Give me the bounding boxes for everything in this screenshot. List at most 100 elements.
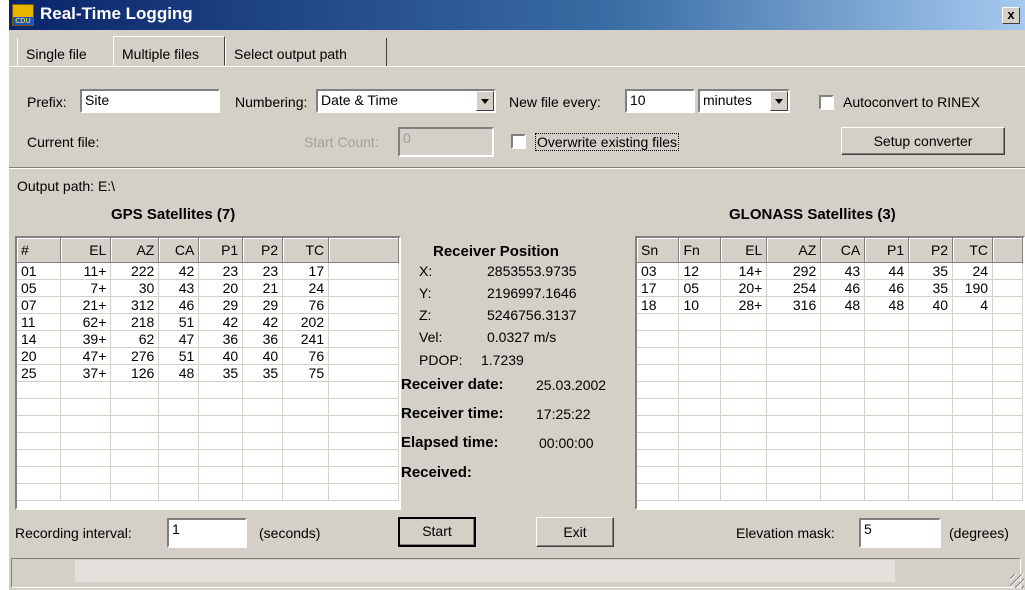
table-cell [242, 466, 284, 484]
recording-interval-input[interactable]: 1 [167, 518, 247, 548]
table-cell [17, 483, 62, 501]
table-row[interactable] [637, 449, 1023, 467]
table-cell [864, 398, 910, 416]
table-row[interactable] [17, 381, 399, 399]
table-row[interactable] [637, 381, 1023, 399]
table-row[interactable] [17, 449, 399, 467]
glonass-table[interactable]: Sn Fn EL AZ CA P1 P2 TC 03 12 14+ 292 43 44 35 24 17 05 20… [635, 236, 1025, 510]
table-row[interactable]: 25 37+ 126 48 35 35 75 [17, 364, 399, 382]
table-cell [110, 449, 160, 467]
column-header[interactable]: Sn [637, 238, 680, 263]
numbering-select[interactable]: Date & Time [316, 89, 496, 113]
table-row[interactable] [637, 313, 1023, 331]
table-row[interactable] [637, 483, 1023, 501]
table-row[interactable]: 14 39+ 62 47 36 36 241 [17, 330, 399, 348]
tab-single-file[interactable]: Single file [17, 38, 115, 66]
start-button[interactable]: Start [398, 517, 476, 547]
table-cell: 35 [198, 364, 244, 382]
column-header[interactable]: TC [952, 238, 994, 263]
new-file-every-input[interactable]: 10 [625, 89, 695, 113]
table-row[interactable]: 17 05 20+ 254 46 46 35 190 [637, 279, 1023, 297]
column-header[interactable]: P1 [198, 238, 244, 263]
table-cell [864, 466, 910, 484]
column-header[interactable]: CA [158, 238, 200, 263]
table-cell [766, 398, 822, 416]
table-cell [158, 466, 200, 484]
divider [9, 168, 1025, 169]
table-row[interactable]: 07 21+ 312 46 29 29 76 [17, 296, 399, 314]
table-cell [952, 449, 994, 467]
table-row[interactable] [17, 466, 399, 484]
table-cell [992, 347, 1023, 365]
elevation-mask-input[interactable]: 5 [859, 518, 941, 548]
title-bar[interactable]: CDU Real-Time Logging x [9, 0, 1025, 30]
start-count-input[interactable]: 0 [398, 127, 494, 157]
column-header[interactable]: EL [60, 238, 112, 263]
column-header[interactable]: P1 [864, 238, 910, 263]
table-row[interactable] [637, 330, 1023, 348]
overwrite-checkbox[interactable] [511, 134, 526, 149]
table-row[interactable] [637, 364, 1023, 382]
y-value: 2196997.1646 [487, 285, 577, 301]
interval-unit-select[interactable]: minutes [698, 89, 790, 113]
table-cell [328, 398, 399, 416]
exit-button[interactable]: Exit [536, 517, 614, 547]
table-cell [637, 381, 680, 399]
autoconvert-checkbox[interactable] [819, 95, 834, 110]
table-row[interactable]: 20 47+ 276 51 40 40 76 [17, 347, 399, 365]
table-row[interactable] [637, 415, 1023, 433]
column-header[interactable]: AZ [110, 238, 160, 263]
table-cell [328, 381, 399, 399]
gps-table[interactable]: # EL AZ CA P1 P2 TC 01 11+ 222 42 23 23 17 05 7+ 30 43 20 2… [15, 236, 401, 510]
table-row[interactable] [17, 483, 399, 501]
column-header[interactable]: Fn [678, 238, 722, 263]
column-header[interactable]: # [17, 238, 62, 263]
table-cell [820, 449, 866, 467]
tab-select-output-path[interactable]: Select output path [225, 38, 387, 66]
table-cell [328, 364, 399, 382]
table-cell [766, 466, 822, 484]
table-cell [864, 415, 910, 433]
table-cell [60, 398, 112, 416]
table-cell: 17 [282, 262, 330, 280]
table-row[interactable] [17, 415, 399, 433]
setup-converter-button[interactable]: Setup converter [841, 127, 1005, 155]
table-cell [820, 381, 866, 399]
table-cell [952, 398, 994, 416]
table-cell [198, 381, 244, 399]
column-header[interactable]: EL [720, 238, 768, 263]
table-row[interactable] [637, 398, 1023, 416]
tab-multiple-files[interactable]: Multiple files [113, 36, 225, 66]
table-row[interactable] [17, 432, 399, 450]
table-row[interactable]: 18 10 28+ 316 48 48 40 4 [637, 296, 1023, 314]
table-cell: 24 [952, 262, 994, 280]
column-header[interactable]: AZ [766, 238, 822, 263]
column-header[interactable]: TC [282, 238, 330, 263]
table-row[interactable] [17, 398, 399, 416]
table-row[interactable] [637, 347, 1023, 365]
table-cell [864, 347, 910, 365]
prefix-input[interactable]: Site [80, 89, 220, 113]
column-header[interactable]: CA [820, 238, 866, 263]
table-row[interactable]: 03 12 14+ 292 43 44 35 24 [637, 262, 1023, 280]
table-row[interactable] [637, 466, 1023, 484]
table-cell: 11 [17, 313, 62, 331]
chevron-down-icon[interactable] [770, 91, 788, 111]
column-header[interactable]: P2 [908, 238, 954, 263]
close-button[interactable]: x [1002, 7, 1020, 24]
table-cell [328, 483, 399, 501]
column-header[interactable]: P2 [242, 238, 284, 263]
table-row[interactable] [637, 432, 1023, 450]
table-row[interactable]: 05 7+ 30 43 20 21 24 [17, 279, 399, 297]
progress-bar [75, 560, 895, 582]
table-cell [158, 381, 200, 399]
table-row[interactable]: 11 62+ 218 51 42 42 202 [17, 313, 399, 331]
resize-grip-icon[interactable] [1010, 574, 1024, 588]
table-cell [242, 415, 284, 433]
pdop-value: 1.7239 [481, 352, 524, 368]
table-row[interactable]: 01 11+ 222 42 23 23 17 [17, 262, 399, 280]
chevron-down-icon[interactable] [476, 91, 494, 111]
table-cell [908, 483, 954, 501]
vel-label: Vel: [419, 329, 443, 345]
table-cell [766, 415, 822, 433]
